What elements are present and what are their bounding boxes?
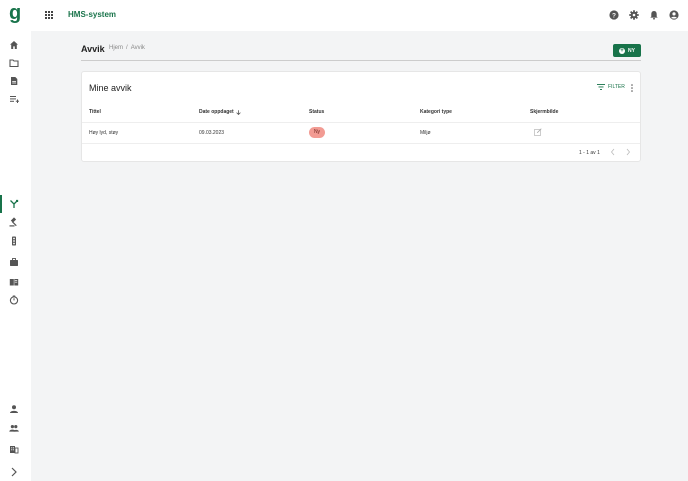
avvik-card: Mine avvik FILTER Tittel Date oppdaget S… [81,71,641,162]
breadcrumb-current: Avvik [130,45,145,51]
sidebar-item-people[interactable] [8,422,20,434]
filter-button[interactable]: FILTER [597,84,625,90]
sidebar-item-timer[interactable] [8,294,20,306]
column-header-date[interactable]: Date oppdaget [199,109,241,115]
sidebar-item-gavel[interactable] [8,216,20,228]
sidebar-item-home[interactable] [8,39,20,51]
column-header-category: Kategori type [420,109,452,115]
sidebar-item-briefcase[interactable] [8,256,20,268]
cell-date: 09.03.2023 [199,130,225,136]
sidebar-item-folder[interactable] [8,57,20,69]
status-badge: Ny [309,127,325,138]
chevron-right-icon[interactable] [625,148,631,156]
column-header-screenshot: Skjermbilde [530,109,559,115]
column-header-status: Status [309,109,325,115]
new-button-label: NY [628,47,635,54]
svg-text:?: ? [612,12,616,19]
page-title: Avvik [81,44,105,54]
notifications-icon[interactable] [649,10,659,20]
active-indicator [0,195,2,213]
sidebar-item-checklist[interactable] [8,93,20,105]
checklist-icon [10,96,19,103]
cell-category: Miljø [420,130,431,136]
home-icon [10,41,18,49]
column-header-title: Tittel [89,109,101,115]
building-icon [10,446,19,454]
more-vert-icon[interactable] [630,84,634,92]
app-logo[interactable]: g [9,4,21,26]
table-row[interactable]: Høy lyd, støy 09.03.2023 Ny Miljø [82,123,640,143]
main-content: Avvik Hjem / Avvik + NY Mine avvik FILTE… [31,31,688,481]
sidebar-item-avvik[interactable] [8,198,20,210]
svg-text:g: g [9,4,21,24]
sidebar-item-book[interactable] [8,276,20,288]
breadcrumb-separator: / [126,45,128,51]
person-icon [10,405,18,413]
filter-icon [597,84,605,90]
breadcrumb-home[interactable]: Hjem [109,45,123,51]
breadcrumb: Hjem / Avvik [109,45,145,51]
top-bar: g HMS-system ? [0,0,688,31]
add-circle-icon: + [619,47,626,54]
deviation-icon [10,199,19,208]
row-divider [82,143,640,144]
pagination-info: 1 - 1 av 1 [579,150,600,156]
sidebar [0,31,31,481]
folder-icon [9,59,19,68]
briefcase-icon [10,258,18,266]
app-title: HMS-system [68,10,117,19]
sidebar-item-traffic[interactable] [8,235,20,247]
chevron-left-icon[interactable] [610,148,616,156]
sort-arrow-down-icon [236,109,241,115]
sidebar-item-building[interactable] [8,443,20,455]
filter-label: FILTER [608,84,625,90]
settings-icon[interactable] [629,10,639,20]
chevron-right-icon [11,467,17,477]
traffic-light-icon [12,236,16,246]
document-icon [11,77,18,85]
card-title: Mine avvik [89,83,132,93]
account-icon[interactable] [669,10,679,20]
screenshot-edit-icon[interactable] [534,128,542,136]
sidebar-item-documents[interactable] [8,75,20,87]
new-avvik-button[interactable]: + NY [613,44,641,57]
apps-grid-icon[interactable] [45,11,53,19]
people-icon [9,425,19,432]
sidebar-expand-button[interactable] [8,466,20,478]
timer-icon [9,295,19,305]
sidebar-item-person[interactable] [8,403,20,415]
cell-title: Høy lyd, støy [89,130,119,136]
book-icon [9,279,19,286]
gavel-icon [9,217,17,227]
help-icon[interactable]: ? [609,10,619,20]
header-divider [81,60,641,61]
